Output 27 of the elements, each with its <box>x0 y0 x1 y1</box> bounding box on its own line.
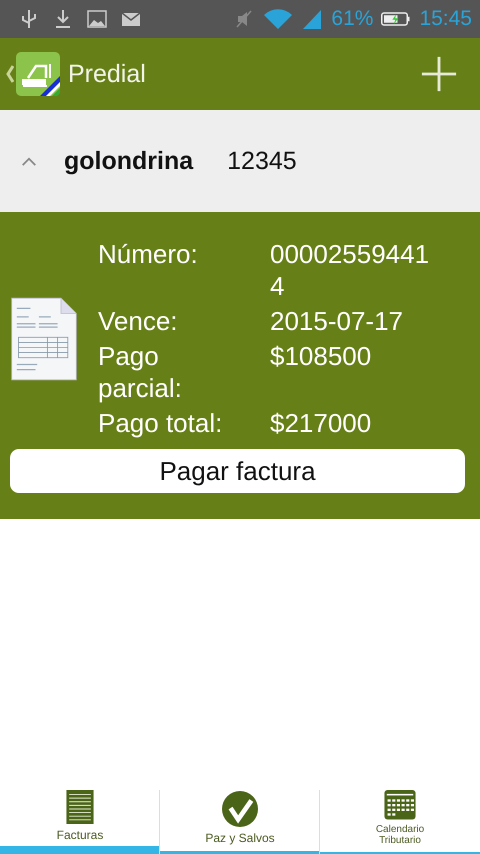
bottom-tab[interactable]: Paz y Salvos <box>160 790 320 854</box>
back-chevron-icon <box>6 64 14 84</box>
group-code: 12345 <box>227 146 297 176</box>
bottom-tab[interactable]: Facturas <box>0 790 160 854</box>
clock: 15:45 <box>419 7 472 31</box>
invoice-document-icon <box>10 296 78 382</box>
group-header[interactable]: golondrina 12345 <box>0 110 480 212</box>
app-logo-icon <box>16 52 60 96</box>
field-value: $108500 <box>270 340 372 373</box>
field-label: Pago parcial: <box>98 340 183 404</box>
field-value: 000025594414 <box>270 238 430 302</box>
field-value: $217000 <box>270 407 372 439</box>
add-icon[interactable] <box>420 55 458 93</box>
field-label: Número: <box>98 238 199 271</box>
field-value: 2015-07-17 <box>270 305 404 337</box>
signal-icon <box>301 8 324 30</box>
up-button[interactable] <box>6 52 60 96</box>
field-label: Pago total: <box>98 407 224 439</box>
bottom-tab[interactable]: Calendario Tributario <box>320 790 480 854</box>
battery-percent: 61% <box>331 7 374 31</box>
pay-invoice-button[interactable]: Pagar factura <box>10 449 465 493</box>
image-icon <box>86 8 108 30</box>
check-circle-icon <box>221 791 259 827</box>
field-label: Vence: <box>98 305 179 337</box>
group-name: golondrina <box>64 146 194 176</box>
wifi-icon <box>263 8 294 30</box>
app-title: Predial <box>68 60 147 88</box>
